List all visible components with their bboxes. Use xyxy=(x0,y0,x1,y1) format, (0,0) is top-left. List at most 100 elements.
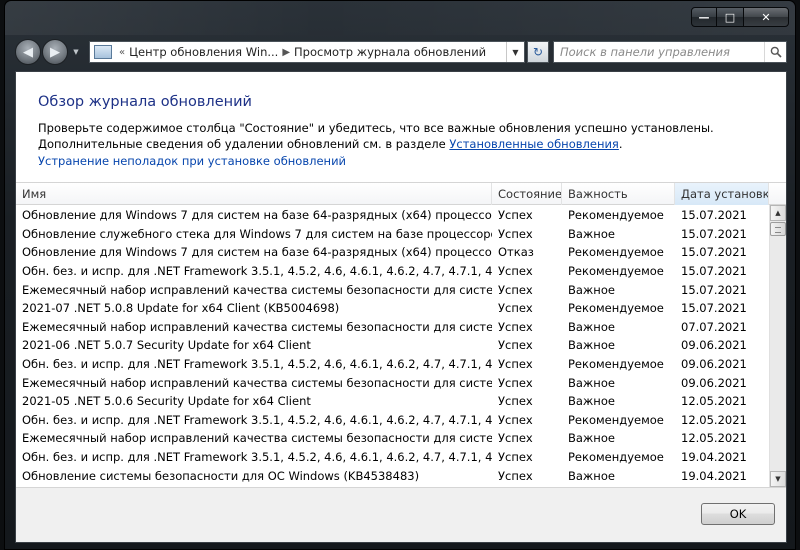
scroll-thumb[interactable] xyxy=(770,222,786,236)
maximize-button[interactable]: □ xyxy=(717,7,743,27)
recent-pages-dropdown[interactable]: ▼ xyxy=(71,45,81,59)
cell-state: Успех xyxy=(498,319,533,334)
table-body: Обновление для Windows 7 для систем на б… xyxy=(16,206,769,486)
table-row[interactable]: Ежемесячный набор исправлений качества с… xyxy=(16,318,769,337)
column-header-date-label: Дата установки xyxy=(681,187,769,201)
cell-name: Обновление служебного стека для Windows … xyxy=(22,226,492,241)
cell-date: 09.06.2021 xyxy=(681,375,747,390)
header-panel: Обзор журнала обновлений Проверьте содер… xyxy=(16,72,786,182)
back-button[interactable]: ◀ xyxy=(15,39,41,65)
table-row[interactable]: Обн. без. и испр. для .NET Framework 3.5… xyxy=(16,262,769,281)
breadcrumb-update-history[interactable]: Просмотр журнала обновлений xyxy=(294,45,486,59)
table-row[interactable]: Обновление системы безопасности для ОС W… xyxy=(16,466,769,485)
cell-date: 15.07.2021 xyxy=(681,245,747,260)
cell-state: Успех xyxy=(498,375,533,390)
description-end: . xyxy=(618,137,623,151)
column-header-state[interactable]: Состояние xyxy=(492,183,562,205)
cell-importance: Рекомендуемое xyxy=(568,245,664,260)
table-row[interactable]: Ежемесячный набор исправлений качества с… xyxy=(16,373,769,392)
cell-name: Обн. без. и испр. для .NET Framework 3.5… xyxy=(22,264,492,279)
table-row[interactable]: Обн. без. и испр. для .NET Framework 3.5… xyxy=(16,355,769,374)
ok-button[interactable]: OK xyxy=(701,503,775,525)
scroll-up-button[interactable]: ▲ xyxy=(770,205,786,221)
address-dropdown-icon[interactable]: ▼ xyxy=(506,42,524,62)
cell-name: 2021-06 .NET 5.0.7 Security Update for x… xyxy=(22,338,311,353)
sort-ascending-icon: ▲ xyxy=(717,183,723,185)
cell-date: 15.07.2021 xyxy=(681,226,747,241)
table-row[interactable]: 2021-05 .NET 5.0.6 Security Update for x… xyxy=(16,392,769,411)
cell-state: Успех xyxy=(498,431,533,446)
cell-importance: Рекомендуемое xyxy=(568,301,664,316)
table-row[interactable]: Обновление для Windows 7 для систем на б… xyxy=(16,206,769,225)
table-row[interactable]: 2021-07 .NET 5.0.8 Update for x64 Client… xyxy=(16,299,769,318)
cell-name: Ежемесячный набор исправлений качества с… xyxy=(22,431,492,446)
cell-state: Успех xyxy=(498,226,533,241)
cell-date: 12.05.2021 xyxy=(681,412,747,427)
table-row[interactable]: Обновление для Windows 7 для систем на б… xyxy=(16,243,769,262)
content-area: Обзор журнала обновлений Проверьте содер… xyxy=(15,71,787,543)
breadcrumb-separator-icon[interactable]: ▶ xyxy=(282,47,290,58)
table-row[interactable]: Ежемесячный набор исправлений качества с… xyxy=(16,429,769,448)
cell-date: 12.05.2021 xyxy=(681,394,747,409)
search-icon[interactable] xyxy=(764,42,786,62)
cell-state: Успех xyxy=(498,282,533,297)
forward-arrow-icon: ▶ xyxy=(50,44,60,60)
cell-state: Успех xyxy=(498,338,533,353)
cell-date: 15.07.2021 xyxy=(681,264,747,279)
cell-importance: Рекомендуемое xyxy=(568,450,664,465)
window: — □ ✕ ◀ ▶ ▼ « Центр обновления Win... ▶ … xyxy=(4,0,796,550)
cell-name: Обн. без. и испр. для .NET Framework 3.5… xyxy=(22,357,492,372)
cell-state: Успех xyxy=(498,412,533,427)
caption-buttons: — □ ✕ xyxy=(691,7,789,27)
cell-importance: Важное xyxy=(568,319,615,334)
cell-name: Обн. без. и испр. для .NET Framework 3.5… xyxy=(22,412,492,427)
minimize-button[interactable]: — xyxy=(691,7,717,27)
cell-importance: Важное xyxy=(568,226,615,241)
table-row[interactable]: Обновление служебного стека для Windows … xyxy=(16,225,769,244)
table-row[interactable]: Обн. без. и испр. для .NET Framework 3.5… xyxy=(16,411,769,430)
cell-importance: Рекомендуемое xyxy=(568,208,664,223)
back-arrow-icon: ◀ xyxy=(23,44,33,60)
cell-date: 19.04.2021 xyxy=(681,450,747,465)
cell-importance: Важное xyxy=(568,338,615,353)
table-row[interactable]: Обн. без. и испр. для .NET Framework 3.5… xyxy=(16,448,769,467)
search-placeholder: Поиск в панели управления xyxy=(560,45,730,59)
search-input[interactable]: Поиск в панели управления xyxy=(553,41,787,63)
cell-importance: Важное xyxy=(568,375,615,390)
table-header: Имя Состояние Важность ▲ Дата установки xyxy=(16,183,786,205)
address-bar[interactable]: « Центр обновления Win... ▶ Просмотр жур… xyxy=(89,41,525,63)
installed-updates-link[interactable]: Установленные обновления xyxy=(449,137,618,151)
cell-name: Обновление системы безопасности для ОС W… xyxy=(22,468,420,483)
cell-name: Обновление для Windows 7 для систем на б… xyxy=(22,208,492,223)
cell-state: Успех xyxy=(498,301,533,316)
refresh-icon: ↻ xyxy=(532,45,544,59)
refresh-button[interactable]: ↻ xyxy=(527,41,549,63)
cell-state: Успех xyxy=(498,450,533,465)
table-row[interactable]: Ежемесячный набор исправлений качества с… xyxy=(16,280,769,299)
cell-importance: Важное xyxy=(568,394,615,409)
forward-button[interactable]: ▶ xyxy=(42,39,68,65)
address-overflow-icon[interactable]: « xyxy=(119,47,125,58)
vertical-scrollbar[interactable]: ▲ ▼ xyxy=(769,205,786,487)
cell-date: 19.04.2021 xyxy=(681,468,747,483)
cell-importance: Важное xyxy=(568,468,615,483)
troubleshoot-link[interactable]: Устранение неполадок при установке обнов… xyxy=(38,154,346,168)
cell-name: Обновление для Windows 7 для систем на б… xyxy=(22,245,492,260)
cell-name: 2021-07 .NET 5.0.8 Update for x64 Client… xyxy=(22,301,340,316)
cell-name: 2021-05 .NET 5.0.6 Security Update for x… xyxy=(22,394,311,409)
cell-state: Успех xyxy=(498,264,533,279)
close-button[interactable]: ✕ xyxy=(743,7,789,27)
cell-date: 12.05.2021 xyxy=(681,431,747,446)
scroll-down-button[interactable]: ▼ xyxy=(770,471,786,487)
cell-date: 15.07.2021 xyxy=(681,208,747,223)
breadcrumb-windows-update[interactable]: Центр обновления Win... xyxy=(129,45,278,59)
table-row[interactable]: 2021-06 .NET 5.0.7 Security Update for x… xyxy=(16,336,769,355)
column-header-importance[interactable]: Важность xyxy=(562,183,675,205)
column-header-name[interactable]: Имя xyxy=(16,183,492,205)
cell-name: Ежемесячный набор исправлений качества с… xyxy=(22,319,492,334)
navigation-bar: ◀ ▶ ▼ « Центр обновления Win... ▶ Просмо… xyxy=(15,39,787,65)
column-header-date[interactable]: ▲ Дата установки xyxy=(675,183,769,205)
cell-date: 09.06.2021 xyxy=(681,338,747,353)
control-panel-icon xyxy=(94,45,112,59)
cell-date: 09.06.2021 xyxy=(681,357,747,372)
